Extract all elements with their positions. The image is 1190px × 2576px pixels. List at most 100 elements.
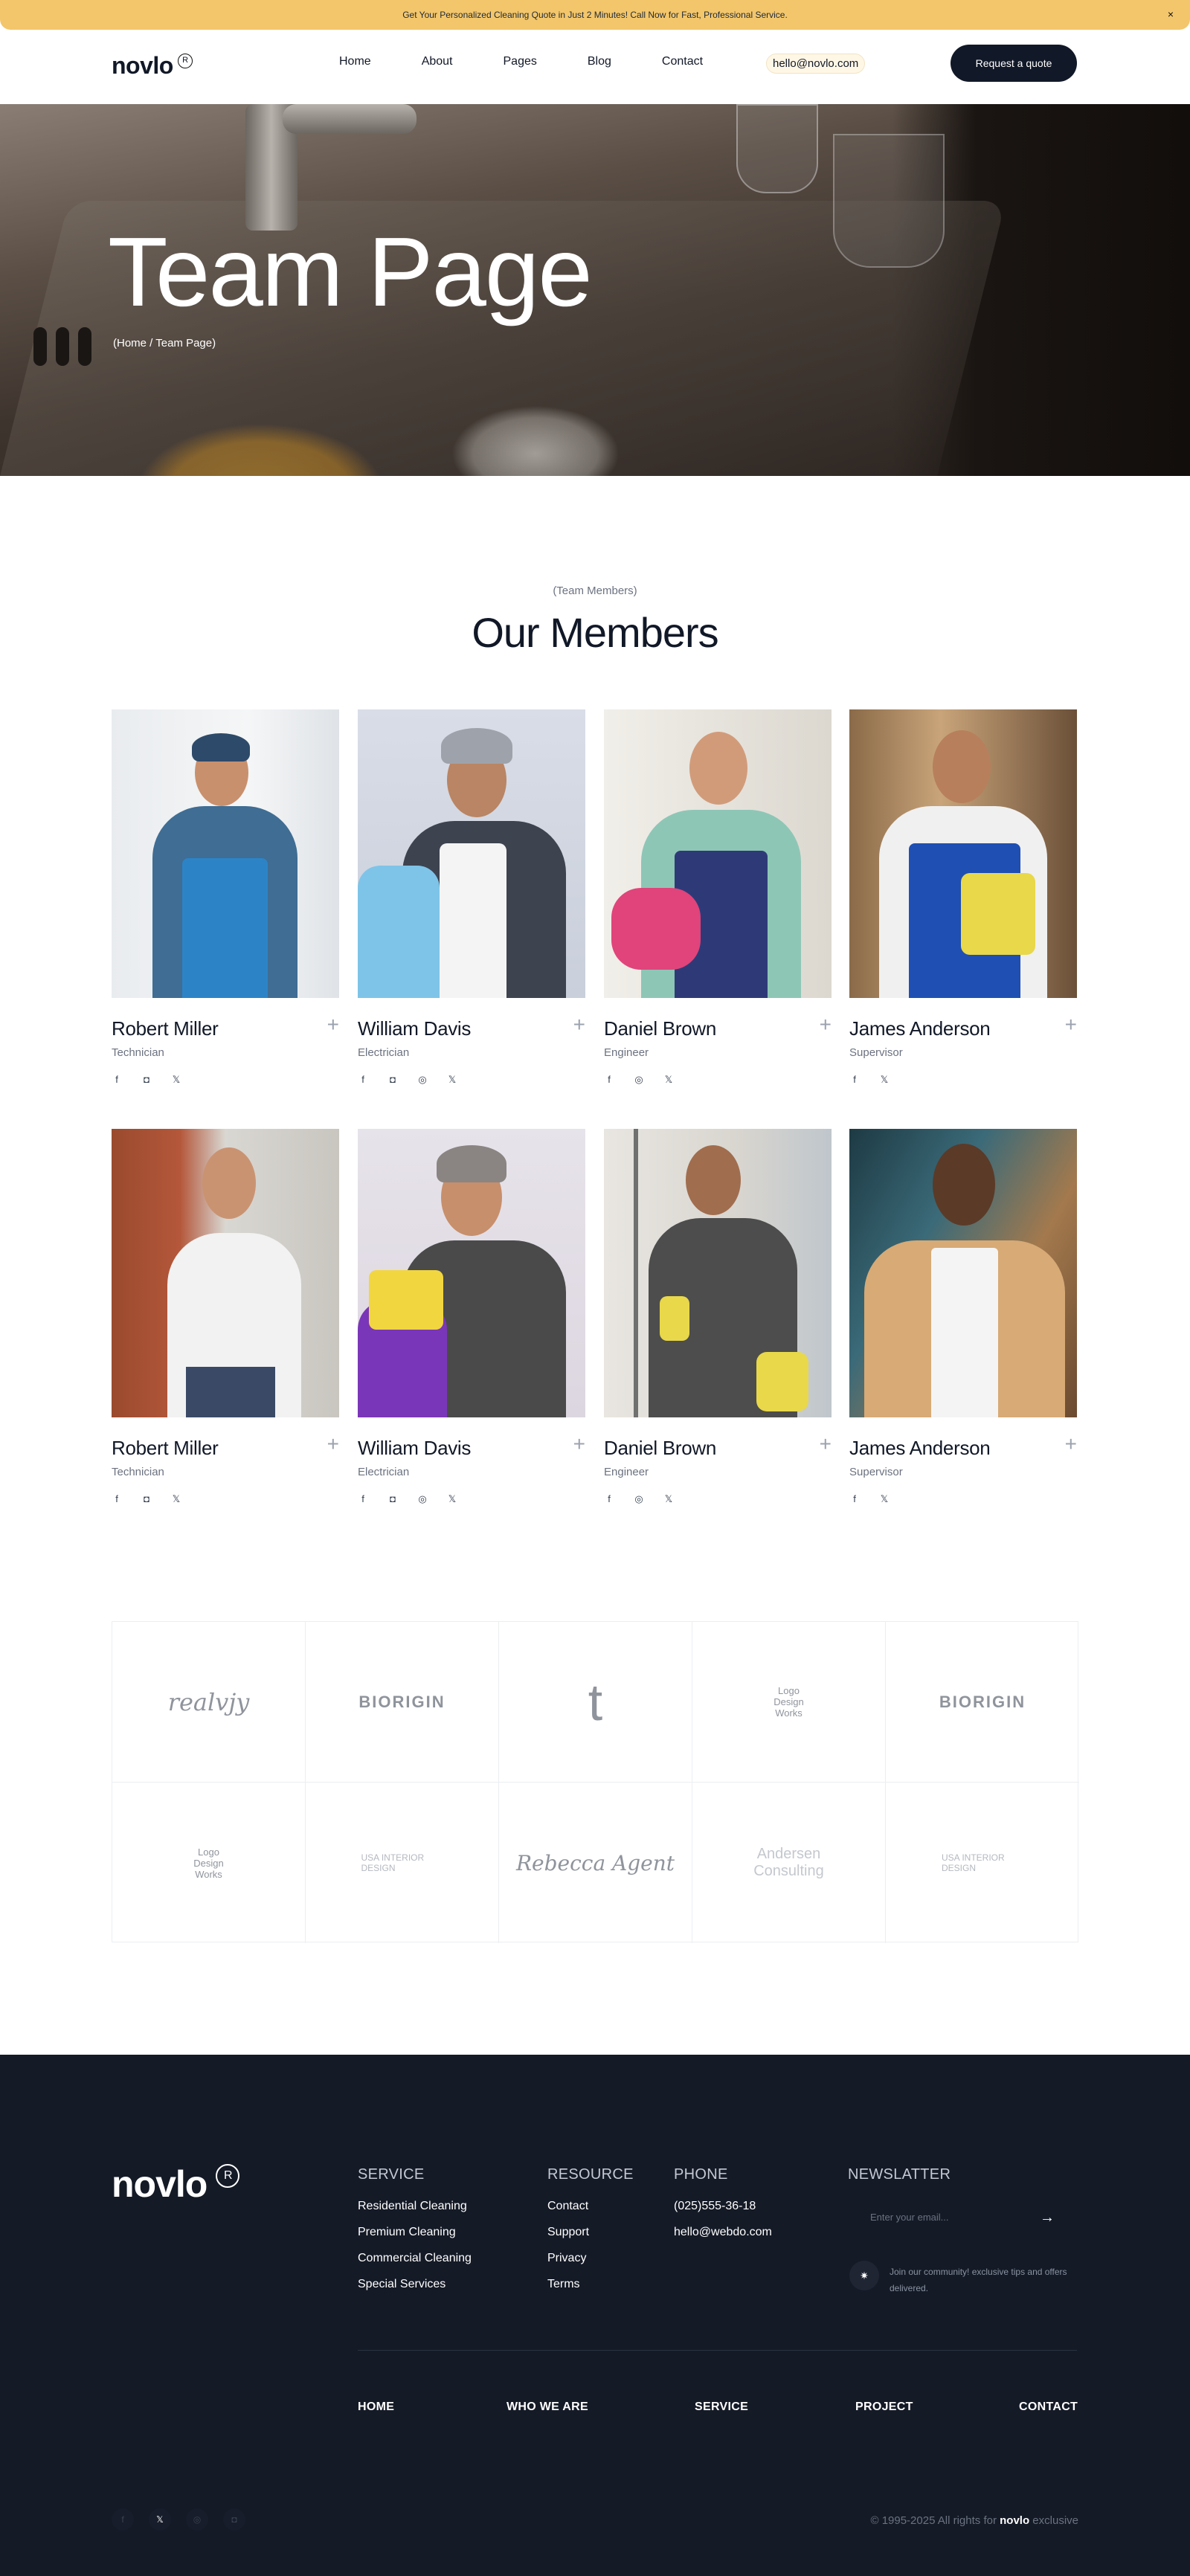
footer-link[interactable]: Support [547,2226,634,2239]
team-card[interactable]: William Davis + Electrician f ◘ ◎ 𝕏 [358,709,585,1085]
x-icon[interactable]: 𝕏 [447,1493,457,1505]
plus-icon[interactable]: + [1065,1014,1077,1035]
facebook-icon[interactable]: f [604,1493,614,1505]
footer-nav-who-we-are[interactable]: WHO WE ARE [506,2400,588,2414]
section-eyebrow: (Team Members) [553,585,637,597]
dribbble-icon[interactable]: ◎ [186,2508,208,2531]
x-icon[interactable]: 𝕏 [149,2508,171,2531]
footer-logo[interactable]: novlo R [112,2163,240,2206]
x-icon[interactable]: 𝕏 [171,1493,181,1505]
dribbble-icon[interactable]: ◎ [417,1074,428,1086]
footer-resource-column: RESOURCE Contact Support Privacy Terms [547,2166,634,2304]
team-card[interactable]: Daniel Brown + Engineer f ◎ 𝕏 [604,709,832,1085]
x-icon[interactable]: 𝕏 [447,1074,457,1086]
facebook-icon[interactable]: f [112,1074,122,1086]
request-quote-button[interactable]: Request a quote [951,45,1077,82]
footer-nav-home[interactable]: HOME [358,2400,394,2414]
member-name: Robert Miller [112,1437,219,1459]
facebook-icon[interactable]: f [112,2508,134,2531]
footer-link[interactable]: Privacy [547,2252,634,2265]
nav-home[interactable]: Home [339,55,371,68]
member-role: Technician [112,1046,164,1059]
arrow-right-icon[interactable]: → [1040,2209,1055,2226]
copyright-text: © 1995-2025 All rights for [870,2514,997,2527]
member-photo [849,1129,1077,1417]
footer-link[interactable]: Terms [547,2278,634,2291]
plus-icon[interactable]: + [573,1434,585,1455]
footer-column-title: SERVICE [358,2166,425,2183]
footer-nav-contact[interactable]: CONTACT [1019,2400,1078,2414]
dribbble-icon[interactable]: ◎ [417,1493,428,1505]
footer-service-column: SERVICE Residential Cleaning Premium Cle… [358,2166,472,2304]
header-email-link[interactable]: hello@novlo.com [766,54,866,74]
member-photo [604,709,832,998]
member-role: Supervisor [849,1046,903,1059]
footer-phone-link[interactable]: (025)555-36-18 [674,2200,772,2213]
team-card[interactable]: Robert Miller + Technician f ◘ 𝕏 [112,1129,339,1504]
registered-icon: R [216,2164,240,2188]
plus-icon[interactable]: + [327,1014,339,1035]
plus-icon[interactable]: + [820,1014,832,1035]
team-card[interactable]: James Anderson + Supervisor f 𝕏 [849,709,1077,1085]
footer-newsletter-column: NEWSLATTER [848,2166,951,2200]
member-role: Engineer [604,1466,649,1478]
footer-email-link[interactable]: hello@webdo.com [674,2226,772,2239]
team-card[interactable]: Daniel Brown + Engineer f ◎ 𝕏 [604,1129,832,1504]
plus-icon[interactable]: + [1065,1434,1077,1455]
footer-nav-project[interactable]: PROJECT [855,2400,913,2414]
hero-image-drain-holes [33,327,91,366]
instagram-icon[interactable]: ◘ [141,1493,152,1505]
footer-logo-text: novlo [112,2163,208,2205]
footer-link[interactable]: Commercial Cleaning [358,2252,472,2265]
instagram-icon[interactable]: ◘ [223,2508,245,2531]
plus-icon[interactable]: + [573,1014,585,1035]
instagram-icon[interactable]: ◘ [387,1074,398,1086]
newsletter-email-input[interactable]: Enter your email... [870,2212,949,2223]
site-footer: novlo R SERVICE Residential Cleaning Prem… [0,2055,1190,2576]
plus-icon[interactable]: + [327,1434,339,1455]
facebook-icon[interactable]: f [849,1074,860,1086]
plus-icon[interactable]: + [820,1434,832,1455]
nav-about[interactable]: About [422,55,453,68]
member-photo [358,1129,585,1417]
facebook-icon[interactable]: f [849,1493,860,1505]
brand-logo[interactable]: novlo R [112,52,193,80]
copyright-brand: novlo [1000,2514,1030,2527]
team-card[interactable]: Robert Miller + Technician f ◘ 𝕏 [112,709,339,1085]
footer-phone-column: PHONE (025)555-36-18 hello@webdo.com [674,2166,772,2252]
facebook-icon[interactable]: f [604,1074,614,1086]
footer-link[interactable]: Contact [547,2200,634,2213]
team-card[interactable]: William Davis + Electrician f ◘ ◎ 𝕏 [358,1129,585,1504]
x-icon[interactable]: 𝕏 [663,1493,674,1505]
registered-icon: R [177,54,193,68]
page-title: Team Page [108,217,593,326]
footer-link[interactable]: Premium Cleaning [358,2226,472,2239]
member-photo [849,709,1077,998]
breadcrumb[interactable]: (Home / Team Page) [113,337,216,350]
footer-nav-service[interactable]: SERVICE [695,2400,748,2414]
close-icon[interactable]: × [1168,8,1174,20]
nav-pages[interactable]: Pages [504,55,537,68]
footer-link[interactable]: Special Services [358,2278,472,2291]
x-icon[interactable]: 𝕏 [879,1074,890,1086]
team-card[interactable]: James Anderson + Supervisor f 𝕏 [849,1129,1077,1504]
instagram-icon[interactable]: ◘ [387,1493,398,1505]
facebook-icon[interactable]: f [358,1493,368,1505]
partner-logo: BIORIGIN [886,1622,1079,1783]
partner-logo: BIORIGIN [306,1622,499,1783]
x-icon[interactable]: 𝕏 [663,1074,674,1086]
instagram-icon[interactable]: ◘ [141,1074,152,1086]
member-socials: f 𝕏 [849,1493,890,1505]
nav-blog[interactable]: Blog [588,55,611,68]
dribbble-icon[interactable]: ◎ [634,1074,644,1086]
footer-link[interactable]: Residential Cleaning [358,2200,472,2213]
nav-contact[interactable]: Contact [662,55,703,68]
member-role: Electrician [358,1046,410,1059]
footer-column-title: NEWSLATTER [848,2166,951,2183]
x-icon[interactable]: 𝕏 [879,1493,890,1505]
x-icon[interactable]: 𝕏 [171,1074,181,1086]
facebook-icon[interactable]: f [112,1493,122,1505]
dribbble-icon[interactable]: ◎ [634,1493,644,1505]
member-socials: f ◘ ◎ 𝕏 [358,1493,457,1505]
facebook-icon[interactable]: f [358,1074,368,1086]
